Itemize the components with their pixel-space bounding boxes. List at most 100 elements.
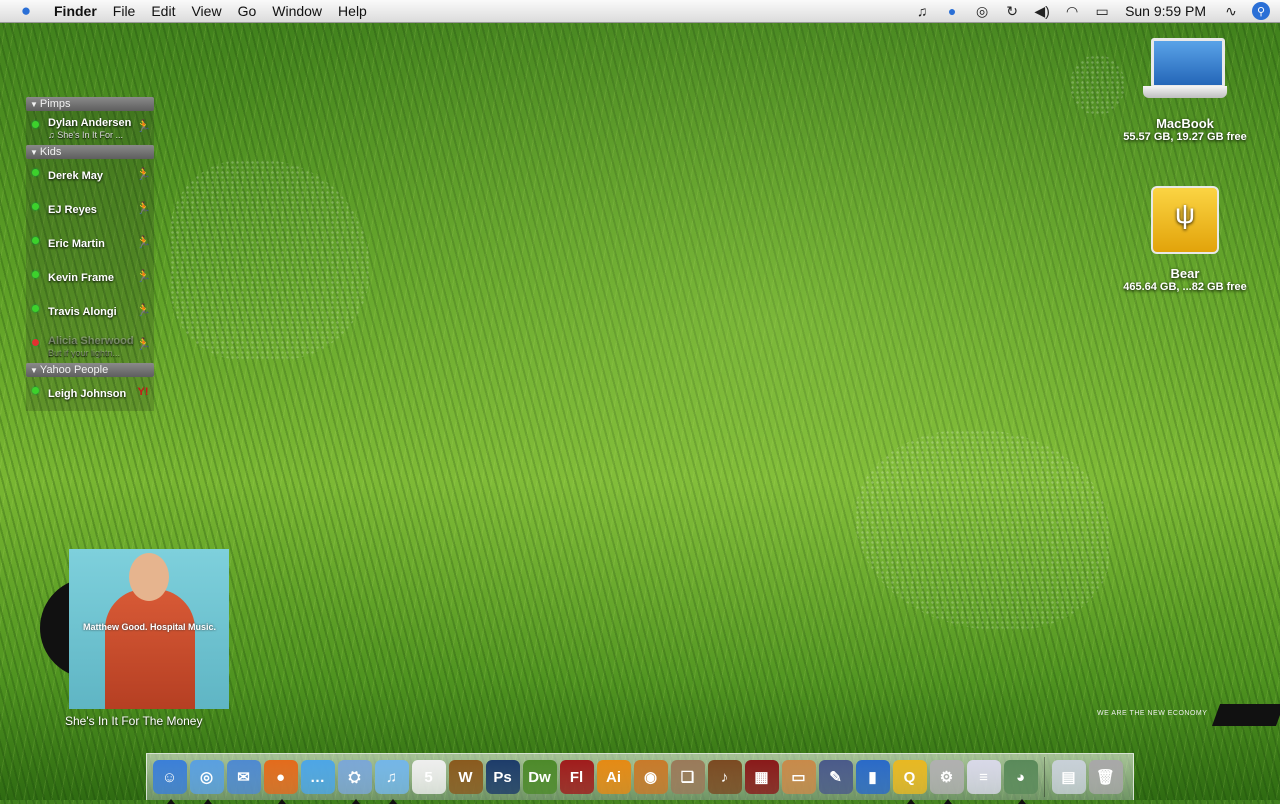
buddy-derek-may[interactable]: Derek May 🏃: [26, 159, 154, 193]
dock-warcraft-icon[interactable]: W: [448, 760, 483, 794]
apple-icon[interactable]: ●: [16, 1, 36, 21]
online-status-icon: [32, 305, 39, 312]
group-label: Yahoo People: [39, 364, 109, 376]
globe-watermark-1: [170, 160, 370, 360]
dock-activity-monitor-icon[interactable]: ▮: [855, 760, 890, 794]
drive-capacity: 55.57 GB, 19.27 GB free: [1123, 131, 1247, 143]
dock-safari-icon[interactable]: ◎: [189, 760, 224, 804]
dock-garageband-icon[interactable]: ♪: [707, 760, 742, 794]
group-label: Pimps: [39, 98, 71, 110]
dock-imovie-icon[interactable]: ▦: [744, 760, 779, 794]
dock-quicksilver-icon[interactable]: Q: [892, 760, 927, 804]
macbook-drive-icon[interactable]: MacBook 55.57 GB, 19.27 GB free: [1110, 36, 1260, 143]
buddy-name: Leigh Johnson: [48, 388, 127, 400]
aim-running-man-icon: 🏃: [136, 337, 151, 351]
menu-clock[interactable]: Sun 9:59 PM: [1125, 3, 1206, 19]
album-cover-text: Matthew Good. Hospital Music.: [83, 622, 217, 632]
menu-view[interactable]: View: [183, 3, 229, 19]
sync-icon[interactable]: ↻: [1003, 2, 1021, 20]
usb-drive-icon: ψ: [1149, 184, 1221, 256]
dock-firefox-icon[interactable]: ●: [263, 760, 298, 804]
online-status-icon: [32, 237, 39, 244]
cover-figure: [105, 589, 195, 709]
aim-running-man-icon: 🏃: [136, 269, 151, 283]
spotlight-icon[interactable]: ⚲: [1252, 2, 1270, 20]
group-header-pimps[interactable]: ▼ Pimps: [26, 97, 154, 111]
away-status-icon: [32, 339, 39, 346]
buddy-name: Kevin Frame: [48, 272, 115, 284]
globe-watermark-3: [855, 430, 1110, 630]
buddy-eric-martin[interactable]: Eric Martin 🏃: [26, 227, 154, 261]
menu-file[interactable]: File: [105, 3, 144, 19]
wallpaper-tag: [1211, 704, 1280, 726]
aim-running-man-icon: 🏃: [136, 235, 151, 249]
adium-icon[interactable]: ●: [943, 2, 961, 20]
drive-title: MacBook: [1156, 116, 1214, 131]
dock-photoshop-icon[interactable]: Ps: [485, 760, 520, 794]
yahoo-icon: Y!: [137, 386, 149, 398]
dock-terminal-icon[interactable]: ⚙: [929, 760, 964, 804]
buddy-kevin-frame[interactable]: Kevin Frame 🏃: [26, 261, 154, 295]
bear-drive-icon[interactable]: ψ Bear 465.64 GB, ...82 GB free: [1110, 184, 1260, 293]
music-note-icon[interactable]: ♫: [913, 2, 931, 20]
menu-help[interactable]: Help: [330, 3, 375, 19]
buddy-name: EJ Reyes: [48, 204, 97, 216]
buddy-alicia-sherwood[interactable]: Alicia Sherwood But if your lightn... 🏃: [26, 329, 154, 363]
dock: ☺ ◎ ✉ ●… ⛭ ♫ 5 W Ps Dw Fl Ai ◉ ❏ ♪ ▦ ▭ ✎ ▮ Q ⚙ ≡ ◕ ▤ 🗑: [146, 753, 1134, 804]
menu-bar: ● Finder File Edit View Go Window Help ♫…: [0, 0, 1280, 23]
group-header-kids[interactable]: ▼ Kids: [26, 145, 154, 159]
aim-running-man-icon: 🏃: [136, 201, 151, 215]
activity-icon[interactable]: ∿: [1222, 2, 1240, 20]
buddy-dylan-andersen[interactable]: Dylan Andersen ♫ She's In It For ... 🏃: [26, 111, 154, 145]
buddy-name: Eric Martin: [48, 238, 105, 250]
dock-flash-icon[interactable]: Fl: [559, 760, 594, 794]
buddy-status-message: But if your lightn...: [48, 348, 121, 358]
dock-illustrator-icon[interactable]: Ai: [596, 760, 631, 794]
buddy-name: Alicia Sherwood: [48, 335, 134, 347]
dock-finder-icon[interactable]: ☺: [152, 760, 187, 804]
battery-icon[interactable]: ▭: [1093, 2, 1111, 20]
cover-head: [129, 553, 169, 601]
dock-trash-icon[interactable]: 🗑: [1088, 760, 1123, 794]
buddy-list: ▼ Pimps Dylan Andersen ♫ She's In It For …: [26, 97, 154, 411]
dock-dreamweaver-icon[interactable]: Dw: [522, 760, 557, 794]
dock-stack-folder-icon[interactable]: ▤: [1051, 760, 1086, 794]
group-label: Kids: [39, 146, 62, 158]
dock-photo-booth-icon[interactable]: ◕: [1003, 760, 1038, 804]
buddy-travis-alongi[interactable]: Travis Alongi 🏃: [26, 295, 154, 329]
dock-ical-icon[interactable]: 5: [411, 760, 446, 794]
time-machine-icon[interactable]: ◎: [973, 2, 991, 20]
drive-title: Bear: [1170, 266, 1200, 281]
menu-go[interactable]: Go: [230, 3, 265, 19]
volume-icon[interactable]: ◀): [1033, 2, 1051, 20]
dock-textedit-icon[interactable]: ≡: [966, 760, 1001, 794]
dock-mail-icon[interactable]: ✉: [226, 760, 261, 794]
buddy-name: Travis Alongi: [48, 306, 117, 318]
menu-edit[interactable]: Edit: [143, 3, 183, 19]
buddy-leigh-johnson[interactable]: Leigh Johnson Y!: [26, 377, 154, 411]
aim-running-man-icon: 🏃: [136, 119, 151, 133]
dock-frontrow-icon[interactable]: ▭: [781, 760, 816, 794]
album-cover[interactable]: Matthew Good. Hospital Music.: [69, 549, 229, 709]
track-title: She's In It For The Money: [65, 714, 203, 728]
menu-window[interactable]: Window: [264, 3, 330, 19]
online-status-icon: [32, 121, 39, 128]
group-header-yahoo-people[interactable]: ▼ Yahoo People: [26, 363, 154, 377]
dock-itunes-icon[interactable]: ♫: [374, 760, 409, 804]
dock-iphoto-icon[interactable]: ❏: [670, 760, 705, 794]
buddy-ej-reyes[interactable]: EJ Reyes 🏃: [26, 193, 154, 227]
buddy-name: Derek May: [48, 170, 104, 182]
wallpaper-watermark: WE ARE THE NEW ECONOMY: [1097, 710, 1208, 717]
buddy-name: Dylan Andersen: [48, 117, 132, 129]
dock-ichat-icon[interactable]: …: [300, 760, 335, 794]
online-status-icon: [32, 387, 39, 394]
dock-image-capture-icon[interactable]: ◉: [633, 760, 668, 794]
aim-running-man-icon: 🏃: [136, 167, 151, 181]
dock-separator: [1044, 757, 1045, 797]
menu-app-name[interactable]: Finder: [50, 3, 105, 19]
drive-capacity: 465.64 GB, ...82 GB free: [1123, 281, 1247, 293]
wifi-icon[interactable]: ◠: [1063, 2, 1081, 20]
dock-script-editor-icon[interactable]: ✎: [818, 760, 853, 794]
dock-preview-icon[interactable]: ⛭: [337, 760, 372, 804]
online-status-icon: [32, 169, 39, 176]
